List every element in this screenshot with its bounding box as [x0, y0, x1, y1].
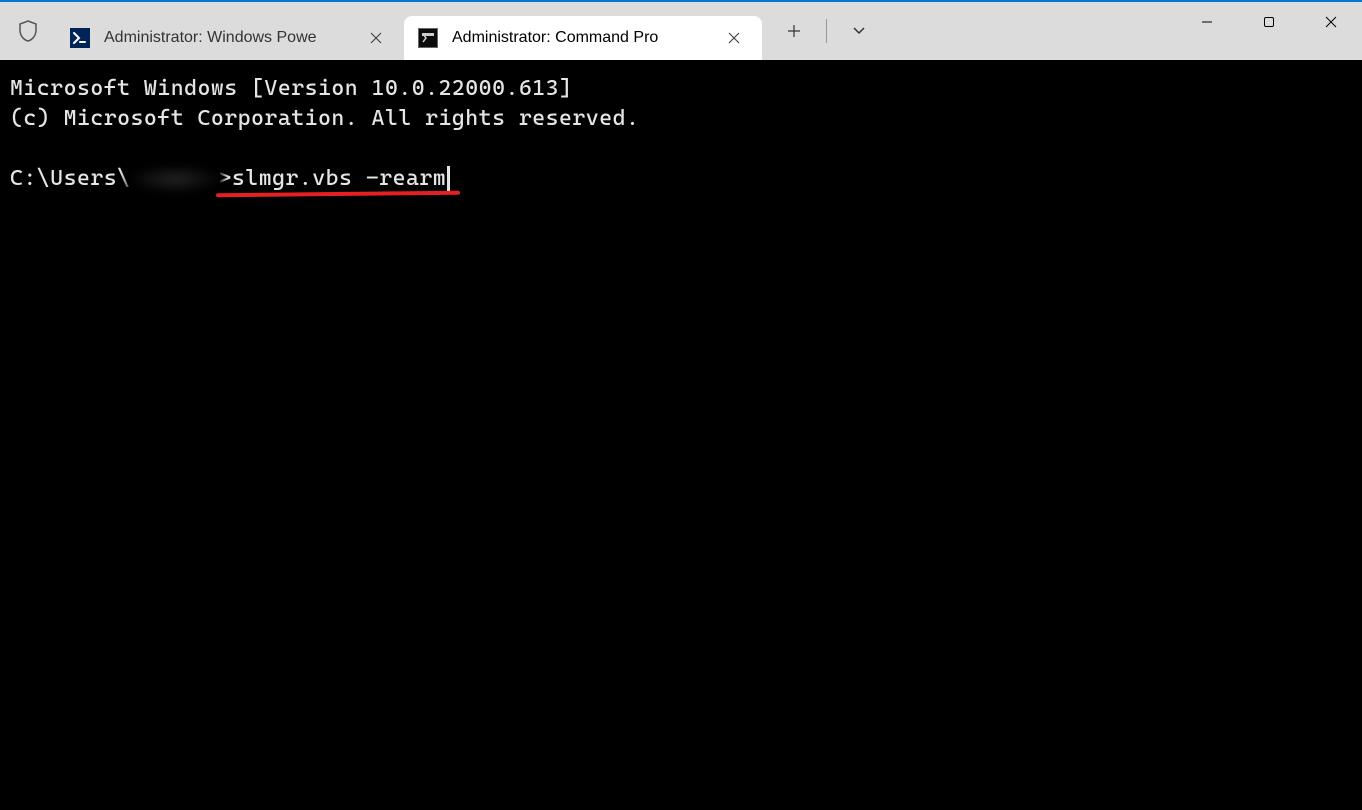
tab-command-prompt[interactable]: Administrator: Command Pro	[404, 16, 762, 60]
tab-strip: Administrator: Windows Powe Administrato…	[56, 2, 762, 60]
powershell-icon	[70, 28, 90, 48]
close-button[interactable]	[1300, 2, 1362, 42]
title-bar: Administrator: Windows Powe Administrato…	[0, 2, 1362, 60]
shield-icon	[0, 2, 56, 60]
tab-title: Administrator: Command Pro	[452, 29, 712, 47]
tab-dropdown-button[interactable]	[835, 11, 883, 51]
redacted-username	[131, 168, 219, 190]
minimize-button[interactable]	[1176, 2, 1238, 42]
separator	[826, 19, 827, 43]
cmd-icon	[418, 28, 438, 48]
tab-powershell[interactable]: Administrator: Windows Powe	[56, 16, 404, 60]
window-controls	[1176, 2, 1362, 42]
new-tab-area	[770, 11, 883, 51]
tab-title: Administrator: Windows Powe	[104, 29, 354, 47]
tab-close-button[interactable]	[720, 24, 748, 52]
tab-close-button[interactable]	[362, 24, 390, 52]
terminal-line: (c) Microsoft Corporation. All rights re…	[10, 104, 1352, 134]
typed-command: slmgr.vbs -rearm	[232, 164, 446, 194]
terminal-prompt-line: C:\Users\>slmgr.vbs -rearm	[10, 164, 1352, 194]
cursor-icon	[447, 166, 450, 192]
terminal-output[interactable]: Microsoft Windows [Version 10.0.22000.61…	[0, 60, 1362, 810]
new-tab-button[interactable]	[770, 11, 818, 51]
prompt-prefix: C:\Users\	[10, 164, 131, 194]
terminal-line: Microsoft Windows [Version 10.0.22000.61…	[10, 74, 1352, 104]
maximize-button[interactable]	[1238, 2, 1300, 42]
terminal-blank-line	[10, 134, 1352, 164]
